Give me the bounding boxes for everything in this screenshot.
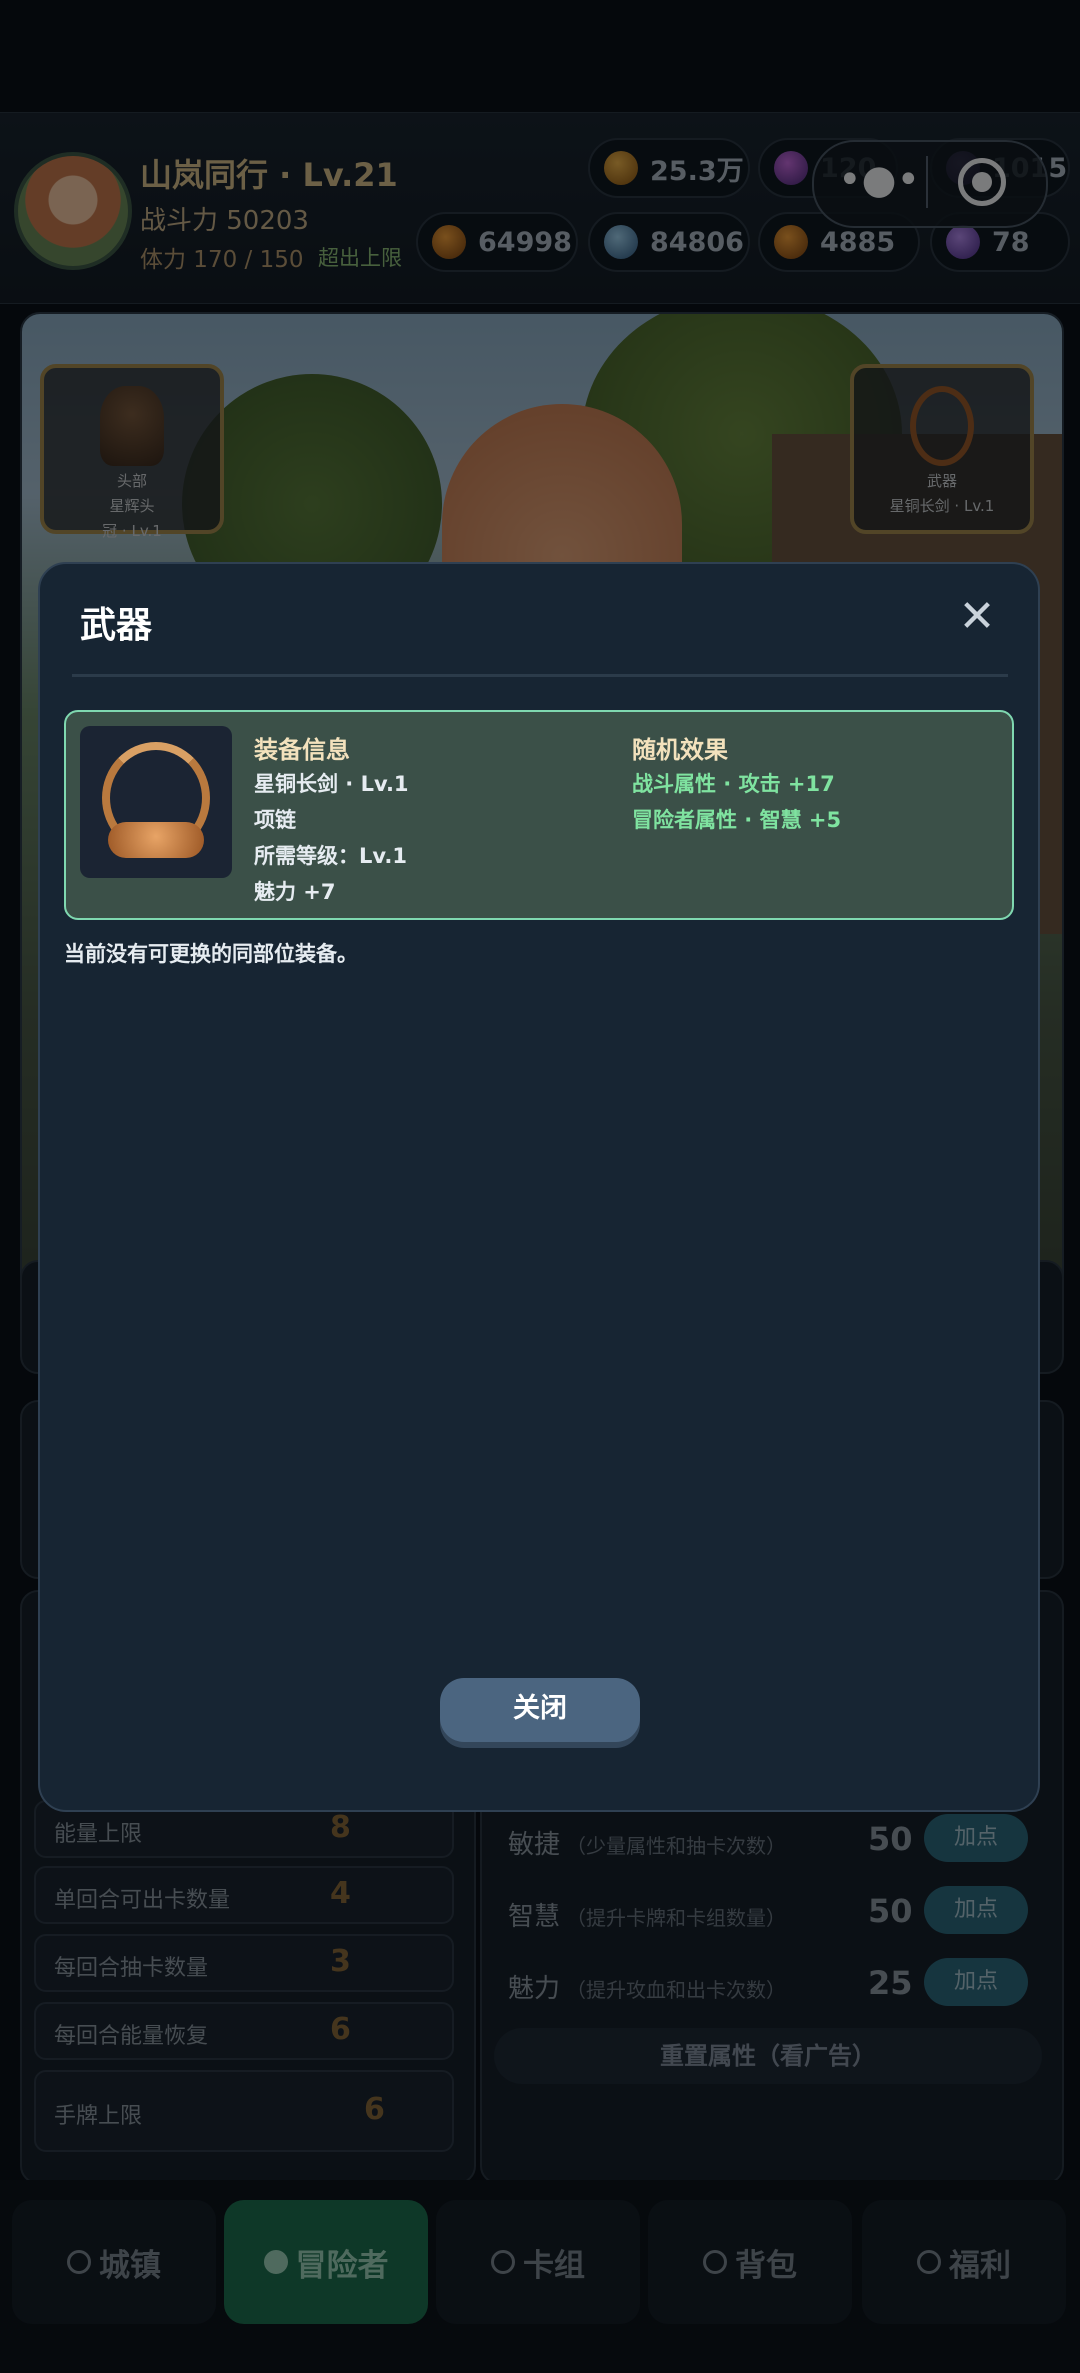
random-effect: 战斗属性 · 攻击 +17	[632, 772, 835, 796]
modal-title: 武器	[80, 605, 153, 646]
item-base-stat: 魅力 +7	[254, 880, 336, 904]
random-effect: 冒险者属性 · 智慧 +5	[632, 808, 842, 832]
item-name: 星铜长剑 · Lv.1	[254, 772, 409, 796]
close-button[interactable]: 关闭	[440, 1678, 640, 1742]
item-required-level: 所需等级：Lv.1	[254, 844, 407, 868]
item-type: 项链	[254, 808, 296, 832]
close-icon[interactable]: ✕	[952, 592, 1002, 642]
random-effects-header: 随机效果	[632, 736, 728, 764]
equip-info-header: 装备信息	[254, 736, 350, 764]
necklace-icon	[80, 726, 232, 878]
modal-divider	[72, 674, 1008, 677]
no-swap-message: 当前没有可更换的同部位装备。	[64, 942, 358, 966]
